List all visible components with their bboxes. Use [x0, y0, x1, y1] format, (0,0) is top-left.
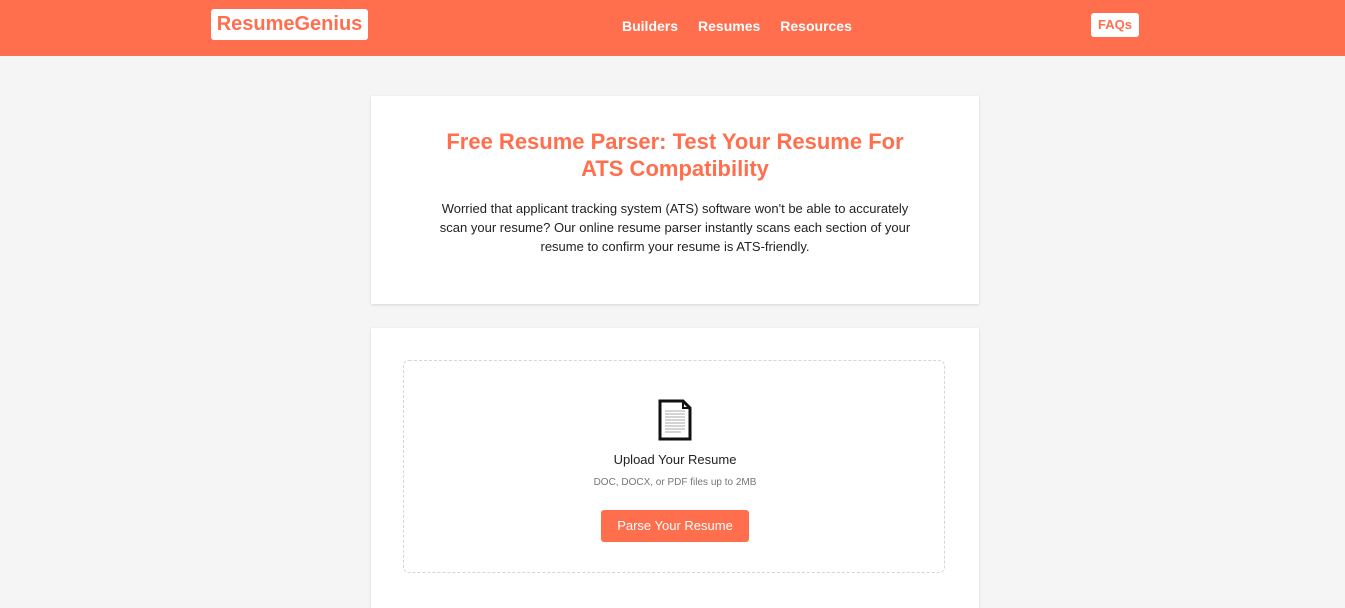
upload-file-hint: DOC, DOCX, or PDF files up to 2MB: [593, 477, 757, 488]
nav-builders[interactable]: Builders: [622, 18, 678, 34]
main-nav: Builders Resumes Resources: [622, 18, 852, 34]
page-title: Free Resume Parser: Test Your Resume For…: [446, 129, 904, 181]
nav-resumes[interactable]: Resumes: [698, 18, 760, 34]
resumegenius-logo[interactable]: ResumeGenius: [211, 9, 368, 40]
document-icon: [658, 399, 692, 441]
upload-title: Upload Your Resume: [613, 452, 737, 467]
nav-resources[interactable]: Resources: [780, 18, 852, 34]
top-navigation-bar: ResumeGenius Builders Resumes Resources …: [0, 0, 1345, 56]
faqs-button[interactable]: FAQs: [1091, 13, 1139, 37]
parse-resume-button[interactable]: Parse Your Resume: [601, 510, 749, 542]
page-description: Worried that applicant tracking system (…: [439, 201, 911, 254]
